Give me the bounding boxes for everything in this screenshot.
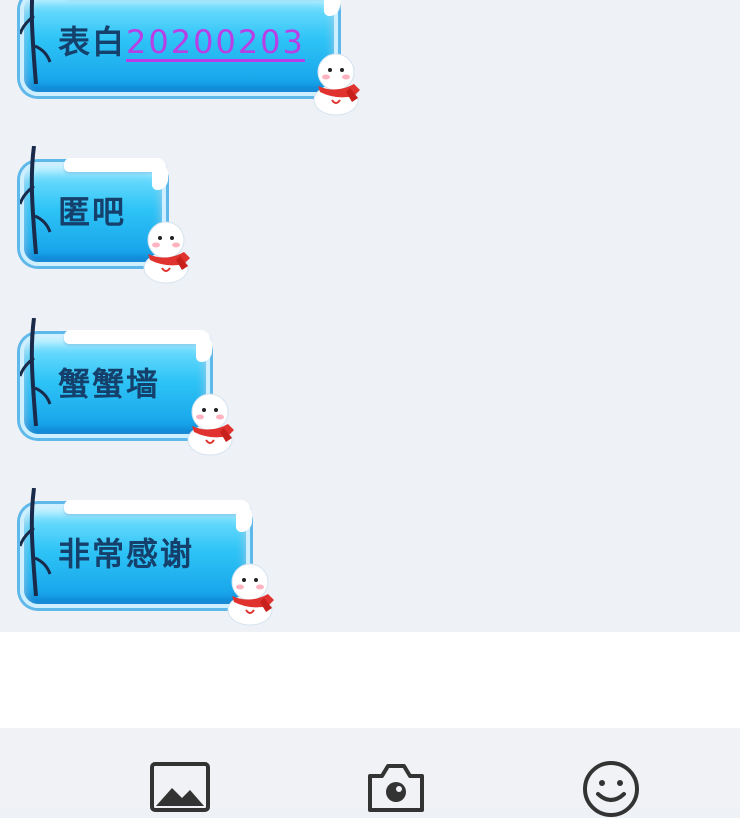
message-text: 表白20200203: [58, 20, 305, 64]
image-icon[interactable]: [150, 762, 210, 812]
emoji-icon[interactable]: [582, 760, 640, 818]
message-text: 匿吧: [58, 193, 127, 231]
bottom-toolbar: [0, 728, 740, 817]
camera-icon[interactable]: [366, 762, 426, 812]
snow-decoration: [64, 330, 212, 362]
message-text: 蟹蟹墙: [58, 365, 161, 403]
branch-decoration: [20, 146, 52, 255]
snowman-decoration: [313, 53, 360, 116]
snowman-decoration: [187, 393, 234, 456]
chat-area: 表白20200203 匿吧 蟹蟹墙 非常感谢: [0, 0, 740, 632]
snow-decoration: [64, 158, 168, 190]
branch-decoration: [20, 488, 52, 597]
message-bubble[interactable]: 非常感谢: [20, 488, 252, 608]
snow-decoration: [64, 500, 252, 532]
branch-decoration: [20, 318, 52, 427]
message-prefix: 表白: [58, 23, 127, 61]
branch-decoration: [20, 0, 52, 85]
message-bubble[interactable]: 表白20200203: [20, 0, 340, 96]
message-link[interactable]: 20200203: [126, 23, 305, 61]
message-bubble[interactable]: 蟹蟹墙: [20, 318, 212, 438]
snowman-decoration: [227, 563, 274, 626]
message-text: 非常感谢: [58, 535, 195, 573]
message-input-area[interactable]: [0, 632, 740, 728]
snowman-decoration: [143, 221, 190, 284]
